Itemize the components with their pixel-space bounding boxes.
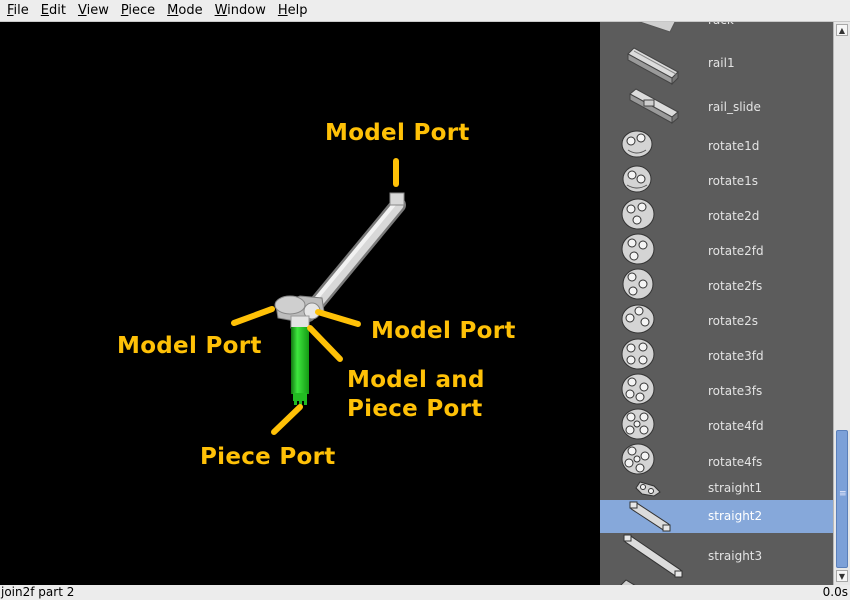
list-item-straight2[interactable]: straight2: [600, 500, 833, 533]
list-item-rotate1s[interactable]: rotate1s: [600, 161, 833, 196]
menu-mode[interactable]: Mode: [160, 3, 207, 18]
list-item-rotate4fd[interactable]: rotate4fd: [600, 406, 833, 441]
straight-piece-icon: [635, 481, 661, 497]
piece-name: rotate2fs: [708, 279, 763, 293]
label-model-port-right: Model Port: [371, 318, 516, 344]
scroll-down-button[interactable]: ▼: [836, 570, 848, 582]
menu-view[interactable]: View: [71, 3, 114, 18]
label-piece-port-bottom: Piece Port: [200, 444, 336, 470]
grip-icon: ≡: [839, 489, 847, 499]
list-item-straight1[interactable]: straight1: [600, 476, 833, 500]
piece-name: rotate1s: [708, 174, 759, 188]
menu-help[interactable]: Help: [271, 3, 313, 18]
rail-piece-icon: [627, 47, 679, 86]
menu-window[interactable]: Window: [208, 3, 271, 18]
rotate-piece-icon: [621, 233, 655, 265]
menu-file[interactable]: File: [0, 3, 34, 18]
list-item-rotate3fd[interactable]: rotate3fd: [600, 336, 833, 371]
piece-name: rotate4fd: [708, 419, 764, 433]
rail-piece-icon: [629, 88, 679, 125]
rotate-piece-icon: [621, 130, 653, 158]
partial-piece-icon: [620, 579, 636, 585]
list-item-rotate2fd[interactable]: rotate2fd: [600, 231, 833, 266]
piece-name: rail1: [708, 56, 735, 70]
rotate-piece-icon: [622, 165, 652, 193]
piece-name: rotate2d: [708, 209, 760, 223]
status-timer: 0.0s: [822, 585, 848, 599]
straight-piece-icon: [629, 501, 671, 532]
active-piece[interactable]: [291, 327, 309, 394]
menu-piece[interactable]: Piece: [114, 3, 160, 18]
list-item-rotate2fs[interactable]: rotate2fs: [600, 266, 833, 301]
rotate-piece-icon: [621, 338, 655, 370]
3d-viewport[interactable]: Model Port Model Port Model Port Model a…: [0, 22, 600, 585]
list-item-rail1[interactable]: rail1: [600, 42, 833, 86]
rotate-piece-icon: [621, 408, 655, 440]
label-model-and-piece-port-2: Piece Port: [347, 396, 483, 422]
scrollbar-thumb[interactable]: ≡: [836, 430, 848, 568]
list-item-rotate1d[interactable]: rotate1d: [600, 126, 833, 161]
status-message: join2f part 2: [1, 585, 75, 599]
list-item-rack[interactable]: rack: [600, 22, 833, 44]
list-item-rotate2d[interactable]: rotate2d: [600, 196, 833, 231]
piece-name: rotate3fd: [708, 349, 764, 363]
piece-name: straight2: [708, 509, 763, 523]
list-item-rail-slide[interactable]: rail_slide: [600, 86, 833, 126]
list-item-rotate3fs[interactable]: rotate3fs: [600, 371, 833, 406]
list-item-straight3[interactable]: straight3: [600, 533, 833, 579]
list-item-rotate2s[interactable]: rotate2s: [600, 301, 833, 336]
piece-name: rail_slide: [708, 100, 761, 114]
label-model-port-top: Model Port: [325, 120, 470, 146]
piece-name: rotate2s: [708, 314, 759, 328]
menu-bar: File Edit View Piece Mode Window Help: [0, 0, 850, 22]
piece-name: rotate1d: [708, 139, 760, 153]
scroll-up-button[interactable]: ▲: [836, 24, 848, 36]
piece-name: straight3: [708, 549, 763, 563]
piece-list[interactable]: rack rail1 rail_slide rotate1d: [600, 22, 833, 585]
rotate-piece-icon: [621, 304, 655, 334]
rotate-piece-icon: [621, 373, 655, 405]
piece-name: rotate2fd: [708, 244, 764, 258]
piece-name: straight1: [708, 481, 763, 495]
piece-name: rack: [708, 22, 734, 27]
menu-edit[interactable]: Edit: [34, 3, 71, 18]
piece-list-scrollbar[interactable]: ▲ ≡ ▼: [833, 22, 850, 585]
rack-piece-icon: [638, 22, 676, 33]
label-model-and-piece-port-1: Model and: [347, 367, 485, 393]
status-bar: join2f part 2 0.0s: [0, 585, 850, 600]
piece-name: rotate3fs: [708, 384, 763, 398]
robot-model: [231, 158, 406, 435]
straight-piece-icon: [623, 534, 683, 578]
rotate-piece-icon: [621, 198, 655, 230]
top-connector: [389, 192, 405, 206]
piece-name: rotate4fs: [708, 455, 763, 469]
list-item-rotate4fs[interactable]: rotate4fs: [600, 441, 833, 476]
rotate-piece-icon: [621, 443, 655, 475]
rotate-piece-icon: [622, 268, 654, 300]
label-model-port-left: Model Port: [117, 333, 262, 359]
